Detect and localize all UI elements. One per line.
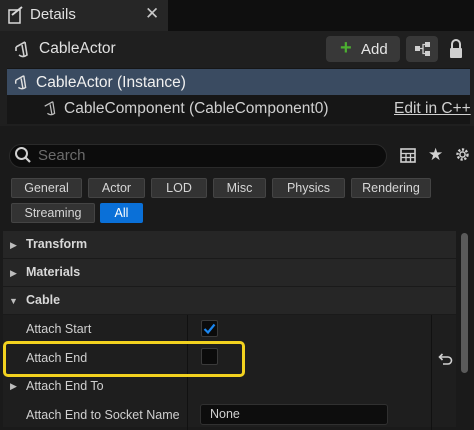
highlight-box <box>3 341 245 377</box>
property-label: Attach End To <box>26 379 104 393</box>
category-label: Materials <box>26 265 81 279</box>
scrollbar[interactable] <box>461 233 468 373</box>
reset-to-default-icon[interactable] <box>437 351 453 367</box>
tree-component-label[interactable]: CableComponent (CableComponent0) <box>64 100 329 118</box>
blueprint-button[interactable] <box>406 36 438 62</box>
filter-rendering[interactable]: Rendering <box>351 178 431 198</box>
plus-icon: + <box>340 37 352 59</box>
attach-start-checkbox[interactable] <box>201 320 218 337</box>
actor-name: CableActor <box>39 40 116 57</box>
lock-icon[interactable] <box>448 38 464 60</box>
add-button-label: Add <box>361 41 388 58</box>
gear-icon[interactable] <box>454 146 471 163</box>
socket-name-field[interactable]: None <box>200 404 388 425</box>
filter-streaming[interactable]: Streaming <box>11 203 95 223</box>
category-cable[interactable] <box>3 287 456 314</box>
column-divider <box>431 315 432 430</box>
collapse-arrow-icon: ▼ <box>9 296 18 306</box>
details-tab[interactable] <box>0 0 168 31</box>
hierarchy-icon <box>415 42 430 56</box>
expand-arrow-icon: ▶ <box>10 381 17 391</box>
filter-misc[interactable]: Misc <box>213 178 266 198</box>
property-label: Attach End to Socket Name <box>26 408 180 422</box>
component-icon <box>44 101 56 116</box>
expand-arrow-icon: ▶ <box>10 240 17 250</box>
actor-class-icon <box>14 75 27 90</box>
search-icon <box>15 147 31 163</box>
property-label: Attach Start <box>26 322 92 336</box>
filter-lod[interactable]: LOD <box>151 178 207 198</box>
category-label: Cable <box>26 293 61 307</box>
property-matrix-icon[interactable] <box>400 148 416 163</box>
edit-in-cpp-link[interactable]: Edit in C++ <box>394 100 471 118</box>
expand-arrow-icon: ▶ <box>10 268 17 278</box>
pencil-note-icon <box>8 6 23 24</box>
actor-class-icon <box>15 41 28 58</box>
filter-actor[interactable]: Actor <box>88 178 145 198</box>
filter-physics[interactable]: Physics <box>272 178 345 198</box>
filter-general[interactable]: General <box>11 178 82 198</box>
check-icon <box>203 323 216 335</box>
star-icon[interactable]: ★ <box>428 145 443 165</box>
filter-all[interactable]: All <box>100 203 143 223</box>
tree-instance-label: CableActor (Instance) <box>36 74 186 91</box>
close-icon[interactable]: ✕ <box>145 4 159 24</box>
search-placeholder: Search <box>38 147 86 164</box>
tab-title: Details <box>30 6 76 23</box>
category-label: Transform <box>26 237 88 251</box>
